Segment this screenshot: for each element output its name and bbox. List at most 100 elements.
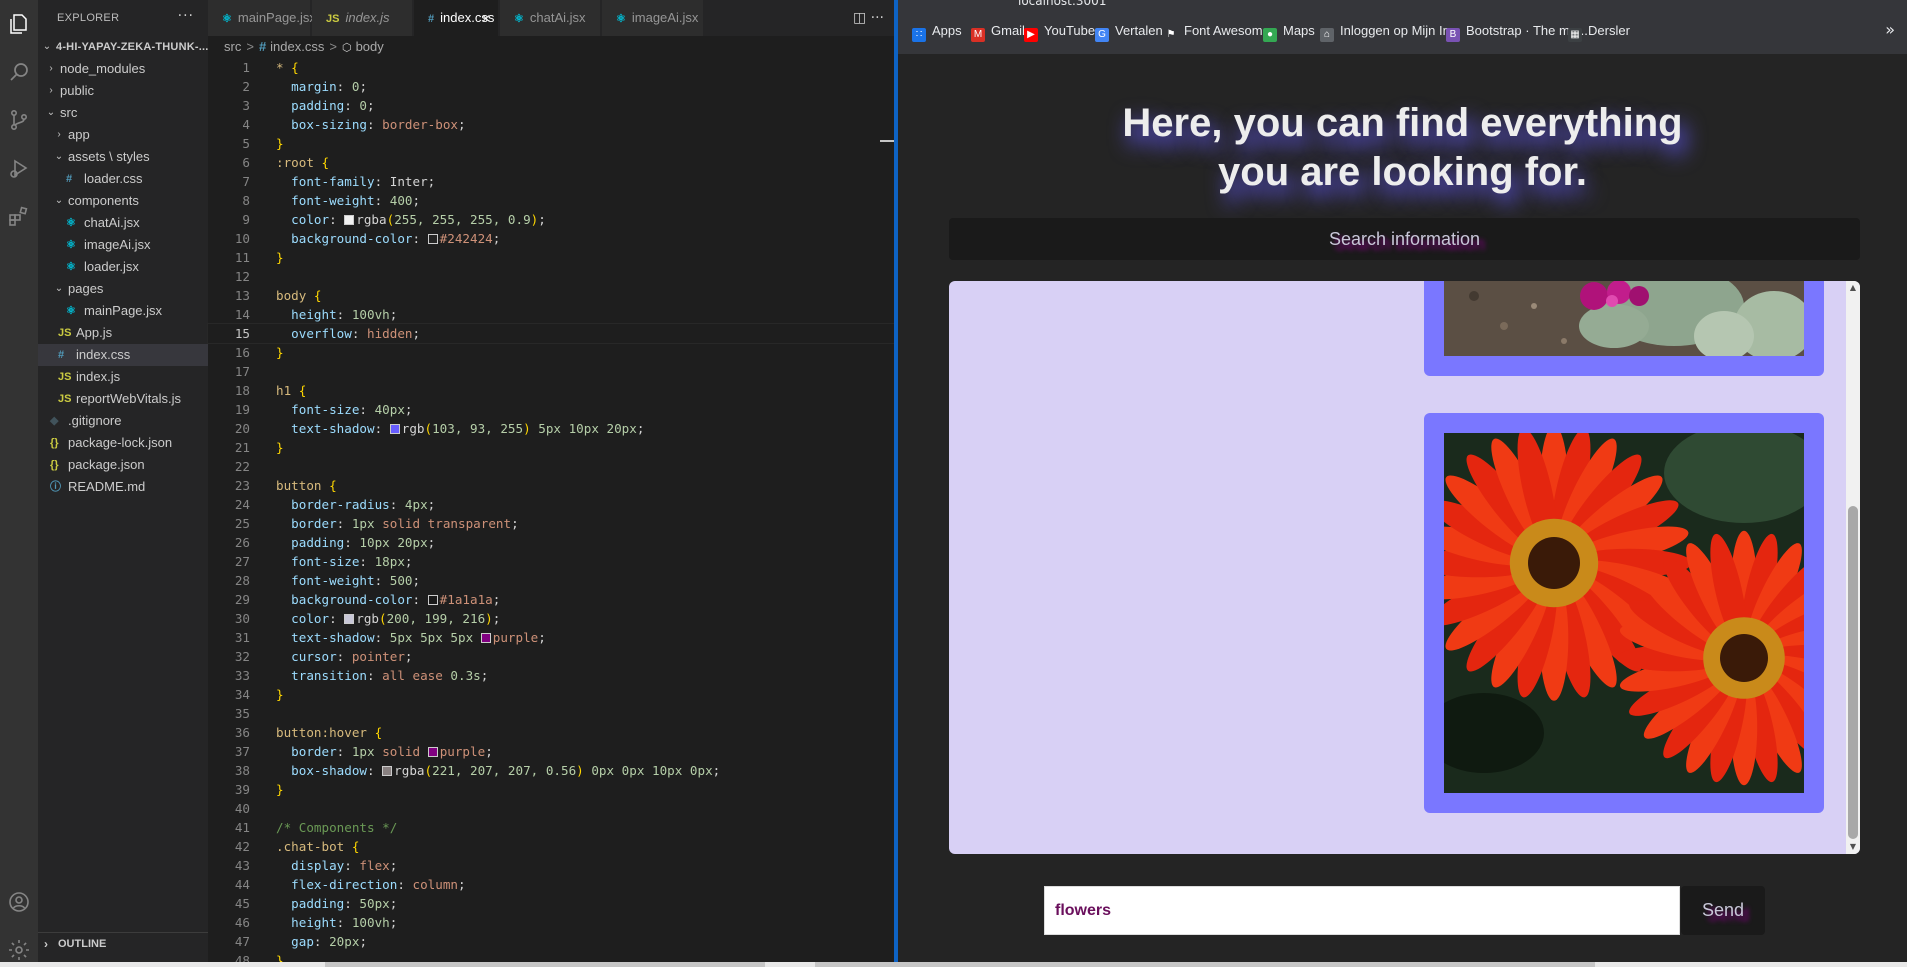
horizontal-scroll-thumb[interactable] bbox=[325, 962, 765, 967]
code-token: purple bbox=[439, 744, 486, 759]
code-token: ( bbox=[379, 611, 387, 626]
scroll-down-icon[interactable]: ▼ bbox=[1849, 843, 1857, 851]
horizontal-scroll-thumb[interactable] bbox=[815, 962, 1595, 967]
color-swatch-icon[interactable] bbox=[427, 234, 438, 244]
code-token: background-color bbox=[276, 231, 413, 246]
tree-file[interactable]: JS reportWebVitals.js bbox=[38, 388, 208, 410]
bookmark-dersler[interactable]: ▦ Dersler bbox=[1568, 22, 1630, 42]
tree-file[interactable]: JS index.js bbox=[38, 366, 208, 388]
code-line: 24 border-radius: 4px; bbox=[208, 495, 894, 514]
color-swatch-icon[interactable] bbox=[427, 595, 438, 605]
tree-folder[interactable]: › app bbox=[38, 124, 208, 146]
search-information-button[interactable]: Search information bbox=[949, 218, 1860, 260]
code-token: purple bbox=[492, 630, 539, 645]
color-swatch-icon[interactable] bbox=[427, 747, 438, 757]
breadcrumb-item[interactable]: index.css bbox=[270, 39, 324, 54]
tree-file[interactable]: # index.css bbox=[38, 344, 208, 366]
line-number: 5 bbox=[242, 136, 250, 151]
code-token: rgba bbox=[394, 763, 425, 778]
tab-imageai-jsx[interactable]: ⚛ imageAi.jsx bbox=[602, 0, 704, 36]
code-text: gap: 20px; bbox=[276, 932, 367, 951]
tree-folder[interactable]: ⌄ pages bbox=[38, 278, 208, 300]
browser-address-bar[interactable]: localhost:3001 bbox=[898, 0, 1907, 8]
bookmark-gmail[interactable]: M Gmail bbox=[971, 22, 1025, 42]
horizontal-scrollbar[interactable] bbox=[0, 962, 1907, 967]
tree-folder[interactable]: ⌄ src bbox=[38, 102, 208, 124]
tree-item-label: chatAi.jsx bbox=[84, 215, 140, 230]
code-text: } bbox=[276, 134, 284, 153]
results-scrollbar[interactable]: ▲ ▼ bbox=[1846, 281, 1860, 854]
activity-bar bbox=[0, 0, 38, 962]
code-token: overflow bbox=[276, 326, 352, 341]
code-line: 39} bbox=[208, 780, 894, 799]
split-editor-and-more-icon[interactable]: ◫ ··· bbox=[853, 0, 884, 36]
prompt-input[interactable] bbox=[1044, 886, 1680, 935]
tree-file[interactable]: # loader.css bbox=[38, 168, 208, 190]
tab-index-css[interactable]: # index.css × bbox=[414, 0, 499, 36]
bookmark-apps[interactable]: ∷ Apps bbox=[912, 22, 962, 42]
address-url[interactable]: localhost:3001 bbox=[1018, 0, 1106, 8]
send-button[interactable]: Send bbox=[1681, 886, 1765, 935]
line-number: 38 bbox=[234, 763, 250, 778]
color-swatch-icon[interactable] bbox=[344, 614, 355, 624]
tree-file[interactable]: ◆ .gitignore bbox=[38, 410, 208, 432]
more-actions-icon[interactable]: ··· bbox=[178, 8, 194, 24]
color-swatch-icon[interactable] bbox=[480, 633, 491, 643]
code-editor[interactable]: 1 * {2 margin: 0; 3 padding: 0; 4 box-sizin… bbox=[207, 58, 895, 967]
code-text: padding: 0; bbox=[276, 96, 374, 115]
bookmark-inloggen[interactable]: ⌂ Inloggen op Mijn In... bbox=[1320, 22, 1461, 42]
run-debug-icon[interactable] bbox=[3, 152, 35, 184]
line-number: 25 bbox=[234, 516, 250, 531]
tree-file[interactable]: ⚛ imageAi.jsx bbox=[38, 234, 208, 256]
project-root-folder[interactable]: ⌄ 4-HI-YAPAY-ZEKA-THUNK-... bbox=[38, 36, 209, 58]
breadcrumb-item[interactable]: src bbox=[224, 39, 241, 54]
explorer-icon[interactable] bbox=[3, 8, 35, 40]
js-file-icon: JS bbox=[326, 13, 340, 25]
scrollbar-thumb[interactable] bbox=[1848, 506, 1858, 839]
tree-file[interactable]: {} package.json bbox=[38, 454, 208, 476]
tree-folder[interactable]: › public bbox=[38, 80, 208, 102]
tree-file[interactable]: {} package-lock.json bbox=[38, 432, 208, 454]
tree-folder[interactable]: › node_modules bbox=[38, 58, 208, 80]
breadcrumb-item[interactable]: body bbox=[356, 39, 384, 54]
tree-file[interactable]: ⚛ loader.jsx bbox=[38, 256, 208, 278]
tree-item-label: assets \ styles bbox=[68, 149, 150, 164]
more-bookmarks-icon[interactable]: » bbox=[1885, 20, 1895, 39]
tab-index-js[interactable]: JS index.js bbox=[312, 0, 413, 36]
search-icon[interactable] bbox=[3, 56, 35, 88]
source-control-icon[interactable] bbox=[3, 104, 35, 136]
code-line: 26 padding: 10px 20px; bbox=[208, 533, 894, 552]
code-token: { bbox=[374, 725, 383, 740]
line-number: 14 bbox=[234, 307, 250, 322]
extensions-icon[interactable] bbox=[3, 200, 35, 232]
tree-file[interactable]: ⚛ mainPage.jsx bbox=[38, 300, 208, 322]
account-icon[interactable] bbox=[3, 886, 35, 918]
bookmark-label: Inloggen op Mijn In... bbox=[1340, 23, 1461, 38]
tree-file[interactable]: JS App.js bbox=[38, 322, 208, 344]
tab-mainpage-jsx[interactable]: ⚛ mainPage.jsx bbox=[208, 0, 316, 36]
code-line: 21} bbox=[208, 438, 894, 457]
color-swatch-icon[interactable] bbox=[382, 766, 393, 776]
bookmark-vertalen[interactable]: G Vertalen bbox=[1095, 22, 1163, 42]
color-swatch-icon[interactable] bbox=[389, 424, 400, 434]
tab-chatai-jsx[interactable]: ⚛ chatAi.jsx bbox=[500, 0, 601, 36]
scroll-up-icon[interactable]: ▲ bbox=[1849, 284, 1857, 292]
code-text: border-radius: 4px; bbox=[276, 495, 435, 514]
tree-folder[interactable]: ⌄ components bbox=[38, 190, 208, 212]
bookmark-maps[interactable]: ● Maps bbox=[1263, 22, 1315, 42]
code-token: display bbox=[276, 858, 345, 873]
tree-file[interactable]: ⓘ README.md bbox=[38, 476, 208, 498]
color-swatch-icon[interactable] bbox=[344, 215, 355, 225]
bookmark-youtube[interactable]: ▶ YouTube bbox=[1024, 22, 1095, 42]
tree-file[interactable]: ⚛ chatAi.jsx bbox=[38, 212, 208, 234]
code-text: } bbox=[276, 343, 284, 362]
bookmark-bootstrap[interactable]: B Bootstrap · The mo... bbox=[1446, 22, 1588, 42]
image-results-panel[interactable]: ▲ ▼ bbox=[949, 281, 1860, 854]
close-tab-icon[interactable]: × bbox=[482, 0, 490, 36]
bookmark-font[interactable]: ⚑ Font Awesome bbox=[1164, 22, 1270, 42]
code-text: background-color: #1a1a1a; bbox=[276, 590, 500, 609]
line-number: 33 bbox=[234, 668, 250, 683]
outline-section[interactable]: › OUTLINE bbox=[38, 932, 208, 954]
tree-folder[interactable]: ⌄ assets \ styles bbox=[38, 146, 208, 168]
line-number: 28 bbox=[234, 573, 250, 588]
